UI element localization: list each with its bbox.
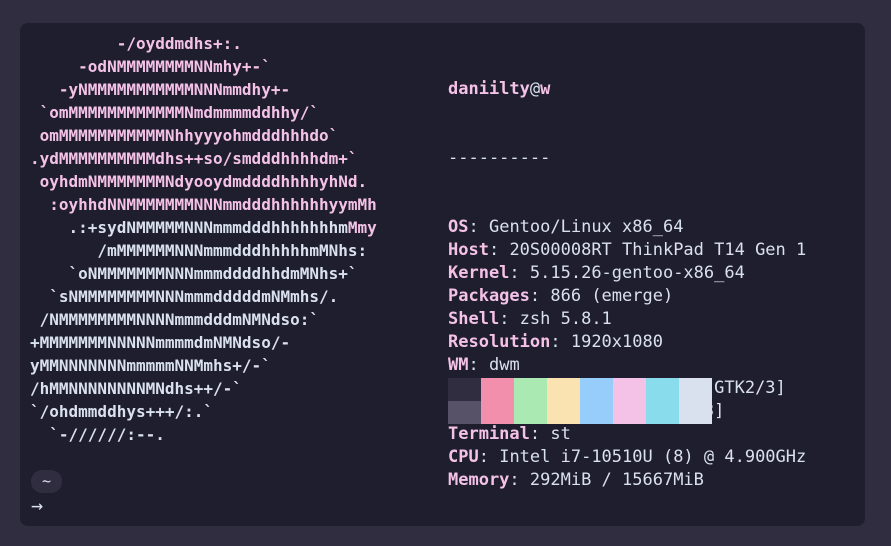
logo-line: .:+sydNMMMMMNNNmmmdddhhhhhhhmMmy: [30, 216, 377, 239]
logo-line: `oNMMMMMMMNNNmmmddddhhdmMNhs+`: [30, 262, 377, 285]
logo-segment: +MMMMMMMNNNNNmmmmdmNMNdso/-: [30, 333, 291, 352]
info-colon: :: [468, 217, 489, 237]
info-key: OS: [448, 217, 469, 237]
logo-segment: `oNMMMMMMMNNNmmmddddhhdmMNhs+`: [30, 264, 358, 283]
info-key: Resolution: [448, 332, 551, 352]
logo-segment: yMMNNNNNNNmmmmmNNMmhs+/-`: [30, 356, 271, 375]
info-row-packages: Packages: 866 (emerge): [448, 285, 806, 308]
info-row-kernel: Kernel: 5.15.26-gentoo-x86_64: [448, 262, 806, 285]
info-key: Packages: [448, 286, 530, 306]
palette-swatch: [679, 378, 712, 424]
logo-line: /NMMMMMMMMNNNNmmmdddmNMNdso:`: [30, 308, 377, 331]
terminal-window[interactable]: -/oyddmdhs+:. -odNMMMMMMMMNNmhy+-` -yNMM…: [20, 23, 865, 526]
info-value: dwm: [488, 355, 520, 375]
system-info: daniilty@w ---------- OS: Gentoo/Linux x…: [448, 32, 806, 538]
palette-swatch: [481, 378, 514, 424]
palette-swatch: [580, 378, 613, 424]
prompt-directory: ~: [31, 470, 62, 493]
info-value: 1920x1080: [570, 332, 663, 352]
at-sign: @: [529, 79, 541, 99]
info-row-memory: Memory: 292MiB / 15667MiB: [448, 469, 806, 492]
palette-swatch: [514, 378, 547, 424]
logo-segment: :oyhhdNNMMMMMMMNNNmmdddhhhhhhyymMh: [30, 195, 377, 214]
logo-line: `-//////:--.: [30, 423, 377, 446]
gentoo-ascii-logo: -/oyddmdhs+:. -odNMMMMMMMMNNmhy+-` -yNMM…: [30, 32, 377, 446]
info-colon: :: [468, 355, 489, 375]
info-value: Intel i7-10510U (8) @ 4.900GHz: [499, 447, 807, 467]
logo-line: `omMMMMMMMMMMMMNmdmmmmddhhy/`: [30, 101, 377, 124]
logo-line: :oyhhdNNMMMMMMMNNNmmdddhhhhhhyymMh: [30, 193, 377, 216]
logo-line: `sNMMMMMMMMNNNmmmdddddmNMmhs/.: [30, 285, 377, 308]
logo-segment: .ydMMMMMMMMMMdhs++so/smdddhhhhdm+`: [30, 149, 358, 168]
logo-line: -/oyddmdhs+:.: [30, 32, 377, 55]
prompt-arrow-icon: →: [31, 493, 44, 517]
logo-line: -yNMMMMMMMMMMMNNNmmdhy+-: [30, 78, 377, 101]
info-value: 866 (emerge): [550, 286, 674, 306]
logo-segment: /mMMMMMMNNNmmmdddhhhhhmMNhs:: [30, 241, 368, 260]
logo-segment: `/ohdmmddhys+++/:.`: [30, 402, 214, 421]
separator-line: ----------: [448, 148, 551, 168]
info-key: Shell: [448, 309, 500, 329]
logo-line: `/ohdmmddhys+++/:.`: [30, 400, 377, 423]
info-colon: :: [509, 470, 530, 490]
info-key: Memory: [448, 470, 510, 490]
logo-line: /mMMMMMMNNNmmmdddhhhhhmMNhs:: [30, 239, 377, 262]
info-key: Host: [448, 240, 489, 260]
info-colon: :: [509, 263, 530, 283]
logo-line: omMMMMMMMMMMMNhhyyyohmdddhhhdo`: [30, 124, 377, 147]
username: daniilty: [448, 79, 530, 99]
logo-segment: `omMMMMMMMMMMMMNmdmmmmddhhy/`: [30, 103, 319, 122]
logo-segment: /hMMNNNNNNNNMNdhs++/-`: [30, 379, 242, 398]
logo-segment: omMMMMMMMMMMMNhhyyyohmdddhhhdo`: [30, 126, 339, 145]
info-value: 20S00008RT ThinkPad T14 Gen 1: [509, 240, 807, 260]
info-colon: :: [529, 424, 551, 444]
info-colon: :: [499, 309, 520, 329]
color-palette: [448, 378, 712, 424]
logo-line: +MMMMMMMNNNNNmmmmdmNMNdso/-: [30, 331, 377, 354]
palette-swatch: [646, 378, 679, 424]
logo-segment: -odNMMMMMMMMNNmhy+-`: [30, 57, 271, 76]
info-key: CPU: [448, 447, 479, 467]
info-row-wm: WM: dwm: [448, 354, 806, 377]
logo-line: oyhdmNMMMMMMMNdyooydmddddhhhhyhNd.: [30, 170, 377, 193]
info-row-host: Host: 20S00008RT ThinkPad T14 Gen 1: [448, 239, 806, 262]
info-value: 292MiB / 15667MiB: [529, 470, 704, 490]
info-colon: :: [488, 240, 510, 260]
logo-segment: -yNMMMMMMMMMMMNNNmmdhy+-: [30, 80, 291, 99]
hostname: w: [540, 79, 551, 99]
palette-swatch: [547, 378, 580, 424]
palette-swatch-dark: [448, 378, 481, 401]
info-row-terminal: Terminal: st: [448, 423, 806, 446]
logo-line: /hMMNNNNNNNNMNdhs++/-`: [30, 377, 377, 400]
palette-swatch-black: [448, 378, 481, 424]
info-rows: OS: Gentoo/Linux x86_64 Host: 20S00008RT …: [448, 216, 806, 492]
info-row-resolution: Resolution: 1920x1080: [448, 331, 806, 354]
logo-segment: `sNMMMMMMMMNNNmmmdddddmNMmhs/.: [30, 287, 339, 306]
info-key: Kernel: [448, 263, 510, 283]
info-value: st: [550, 424, 571, 444]
info-row-cpu: CPU: Intel i7-10510U (8) @ 4.900GHz: [448, 446, 806, 469]
logo-segment: -/oyddmdhs+:.: [30, 34, 242, 53]
info-row-shell: Shell: zsh 5.8.1: [448, 308, 806, 331]
logo-line: .ydMMMMMMMMMMdhs++so/smdddhhhhdm+`: [30, 147, 377, 170]
info-row-os: OS: Gentoo/Linux x86_64: [448, 216, 806, 239]
info-colon: :: [478, 447, 500, 467]
info-value: zsh 5.8.1: [519, 309, 612, 329]
palette-swatch: [613, 378, 646, 424]
info-colon: :: [550, 332, 571, 352]
logo-line: -odNMMMMMMMMNNmhy+-`: [30, 55, 377, 78]
info-key: Terminal: [448, 424, 530, 444]
logo-segment: /NMMMMMMMMNNNNmmmdddmNMNdso:`: [30, 310, 319, 329]
info-value: 5.15.26-gentoo-x86_64: [529, 263, 745, 283]
logo-segment: oyhdmNMMMMMMMNdyooydmddddhhhhyhNd.: [30, 172, 368, 191]
logo-segment: Mmy: [347, 218, 377, 237]
user-host-line: daniilty@w: [448, 78, 806, 101]
logo-segment: .:+sydNMMMMMNNNmmmdddhhhhhhhm: [30, 218, 348, 237]
logo-segment: `-//////:--.: [30, 425, 165, 444]
logo-line: yMMNNNNNNNmmmmmNNMmhs+/-`: [30, 354, 377, 377]
palette-swatch-gray: [448, 401, 481, 424]
info-colon: :: [529, 286, 551, 306]
info-value: Gentoo/Linux x86_64: [488, 217, 684, 237]
info-key: WM: [448, 355, 469, 375]
